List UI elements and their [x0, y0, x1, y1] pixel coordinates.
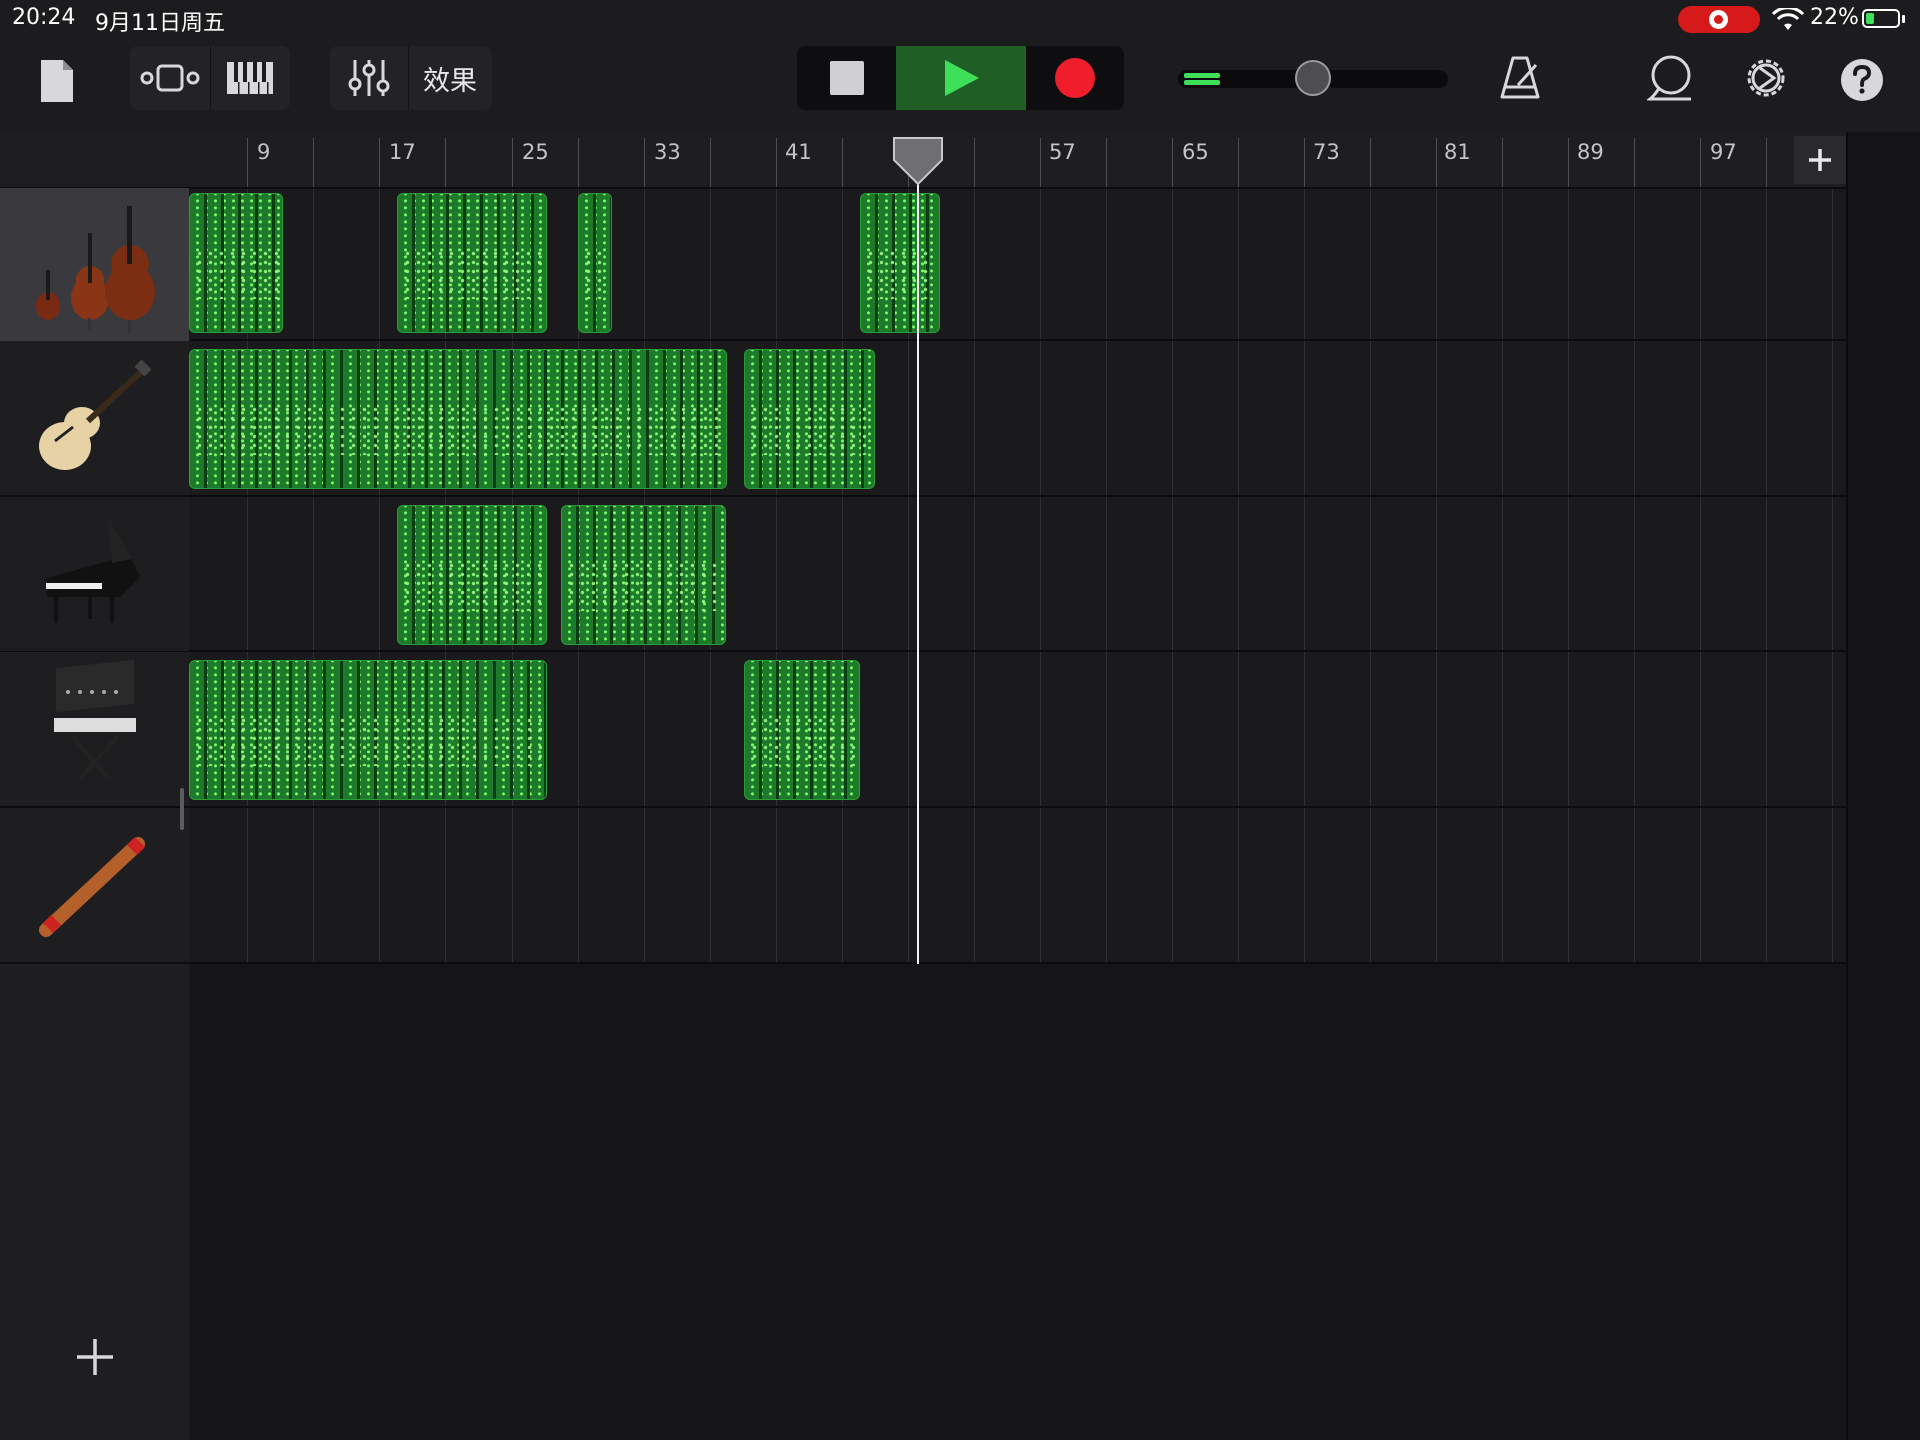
ruler-label: 65 — [1182, 140, 1209, 164]
add-track-button[interactable] — [72, 1334, 118, 1380]
effects-label: 效果 — [423, 65, 477, 97]
track-header-synth[interactable] — [0, 652, 189, 806]
status-time: 20:24 — [12, 5, 76, 30]
midi-region[interactable] — [397, 505, 547, 645]
metronome-icon[interactable] — [1494, 50, 1546, 106]
record-icon[interactable] — [1026, 46, 1124, 110]
ruler-label: 9 — [257, 140, 271, 164]
empty-track-space[interactable] — [189, 964, 1846, 1440]
ruler-label: 97 — [1710, 140, 1737, 164]
play-icon[interactable] — [896, 46, 1026, 110]
track-scroll-indicator — [180, 788, 184, 830]
midi-region[interactable] — [860, 193, 940, 333]
midi-region[interactable] — [744, 660, 860, 800]
add-section-button[interactable] — [1794, 136, 1846, 184]
ruler-label: 81 — [1444, 140, 1471, 164]
midi-region[interactable] — [578, 193, 612, 333]
bar-ruler[interactable]: 9 17 25 33 41 49 57 65 73 81 89 97 — [189, 132, 1846, 188]
playhead-line[interactable] — [917, 150, 919, 964]
track-header-guitar[interactable] — [0, 341, 189, 495]
keyboard-icon[interactable] — [210, 46, 290, 110]
ruler-label: 33 — [654, 140, 681, 164]
ruler-label: 73 — [1313, 140, 1340, 164]
grand-piano-icon — [44, 517, 140, 623]
mixer-icon[interactable] — [330, 46, 408, 110]
synth-keyboard-icon — [54, 659, 136, 780]
track-view-icon[interactable] — [130, 46, 210, 110]
ruler-label: 41 — [785, 140, 812, 164]
playhead-handle[interactable] — [892, 136, 944, 186]
status-date: 9月11日周五 — [95, 11, 225, 36]
midi-region[interactable] — [189, 660, 547, 800]
strings-instrument-icon — [36, 206, 155, 334]
ruler-label: 17 — [389, 140, 416, 164]
volume-slider-knob[interactable] — [1295, 60, 1331, 96]
bamboo-flute-icon — [39, 837, 145, 937]
ruler-label: 57 — [1049, 140, 1076, 164]
track-header-flute[interactable] — [0, 808, 189, 962]
status-bar: 20:24 9月11日周五 22% — [0, 0, 1920, 36]
stop-icon[interactable] — [797, 46, 896, 110]
document-icon[interactable] — [32, 52, 82, 110]
wifi-icon — [1772, 8, 1804, 30]
ruler-label: 25 — [522, 140, 549, 164]
battery-percent: 22% — [1810, 5, 1859, 30]
effects-button[interactable]: 效果 — [408, 46, 492, 110]
track-header-strings[interactable] — [0, 188, 189, 342]
screen-recording-indicator[interactable] — [1678, 6, 1760, 33]
ruler-label: 89 — [1577, 140, 1604, 164]
plus-icon — [1809, 149, 1831, 171]
loop-browser-icon[interactable] — [1644, 50, 1696, 106]
help-icon[interactable] — [1836, 54, 1888, 106]
midi-region[interactable] — [397, 193, 547, 333]
midi-region[interactable] — [561, 505, 726, 645]
settings-icon[interactable] — [1738, 50, 1794, 106]
track-header-piano[interactable] — [0, 497, 189, 651]
battery-icon — [1862, 9, 1900, 28]
guitar-icon — [39, 359, 152, 470]
toolbar: 效果 — [0, 36, 1920, 132]
volume-meter-icon — [1184, 73, 1220, 85]
midi-region[interactable] — [189, 349, 727, 489]
midi-region[interactable] — [189, 193, 283, 333]
midi-region[interactable] — [744, 349, 875, 489]
